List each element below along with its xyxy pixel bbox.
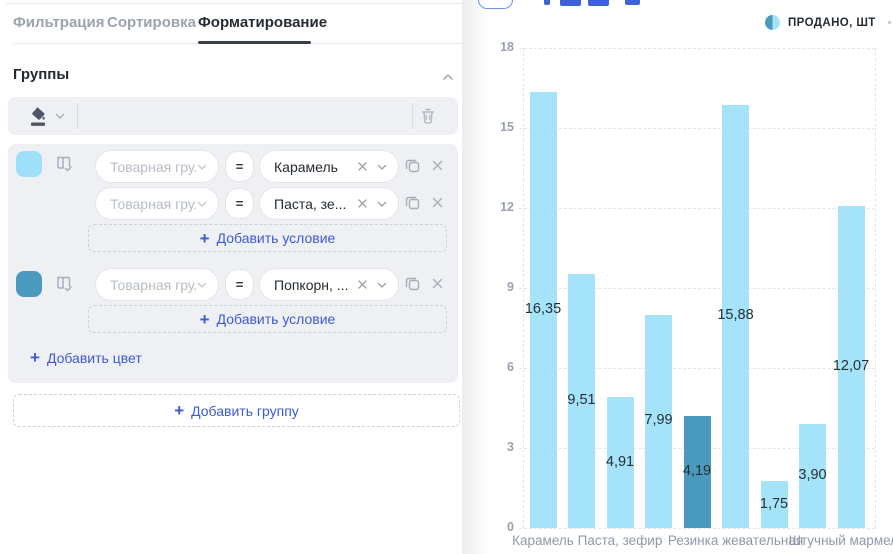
value-select[interactable]: Попкорн, ... xyxy=(259,268,399,301)
tab-formatting[interactable]: Форматирование xyxy=(198,14,327,31)
field-select[interactable]: Товарная гру... xyxy=(95,268,219,301)
x-axis-tick-label: Штучный мармелад xyxy=(741,533,893,548)
plus-icon: + xyxy=(174,402,184,419)
add-condition-button[interactable]: + Добавить условие xyxy=(88,305,447,333)
group-color-swatch[interactable] xyxy=(16,271,42,297)
chart-preview-panel: ПРОДАНО, ШТ 0369121518 16,359,514,917,99… xyxy=(462,0,893,554)
color-groups-container: Товарная гру... = Карамель Товарная гру.… xyxy=(8,144,458,383)
formatting-settings-panel: Фильтрация Сортировка Форматирование Гру… xyxy=(0,0,462,554)
toolbar-divider xyxy=(412,103,413,129)
chevron-down-icon xyxy=(376,198,388,210)
value-select[interactable]: Паста, зе... xyxy=(259,187,399,220)
chevron-down-icon xyxy=(196,161,208,173)
chart-x-axis: КарамельПаста, зефирРезинка жевательнаяШ… xyxy=(462,0,893,554)
value-select-value: Карамель xyxy=(274,159,357,175)
remove-condition-icon[interactable] xyxy=(431,159,444,172)
toolbar-divider xyxy=(77,103,78,129)
active-tab-underline xyxy=(198,41,311,44)
tab-filtration[interactable]: Фильтрация xyxy=(13,14,105,31)
remove-condition-icon[interactable] xyxy=(431,196,444,209)
copy-condition-icon[interactable] xyxy=(404,194,421,211)
fill-color-button[interactable] xyxy=(28,105,48,127)
apply-to-columns-icon[interactable] xyxy=(54,274,74,294)
chevron-down-icon xyxy=(196,279,208,291)
value-select-value: Попкорн, ... xyxy=(274,277,357,293)
remove-condition-icon[interactable] xyxy=(431,277,444,290)
chevron-up-icon[interactable] xyxy=(441,70,455,84)
plus-icon: + xyxy=(200,311,210,328)
chevron-down-icon xyxy=(376,161,388,173)
chevron-down-icon xyxy=(196,198,208,210)
field-select-value: Товарная гру... xyxy=(110,159,196,175)
add-color-button[interactable]: + Добавить цвет xyxy=(30,349,142,366)
app-root: Фильтрация Сортировка Форматирование Гру… xyxy=(0,0,893,554)
field-select-value: Товарная гру... xyxy=(110,277,196,293)
operator-button[interactable]: = xyxy=(225,188,254,219)
copy-condition-icon[interactable] xyxy=(404,157,421,174)
groups-toolbar xyxy=(8,97,458,135)
add-condition-label: Добавить условие xyxy=(217,311,336,327)
chevron-down-icon xyxy=(376,279,388,291)
operator-button[interactable]: = xyxy=(225,151,254,182)
add-condition-button[interactable]: + Добавить условие xyxy=(88,224,447,252)
clear-icon[interactable] xyxy=(357,279,368,290)
chevron-down-icon[interactable] xyxy=(54,110,66,122)
value-select[interactable]: Карамель xyxy=(259,150,399,183)
panel-top-divider xyxy=(6,3,462,4)
field-select-value: Товарная гру... xyxy=(110,196,196,212)
add-color-label: Добавить цвет xyxy=(47,350,142,366)
copy-condition-icon[interactable] xyxy=(404,275,421,292)
add-group-button[interactable]: + Добавить группу xyxy=(13,394,460,427)
field-select[interactable]: Товарная гру... xyxy=(95,150,219,183)
groups-section-title: Группы xyxy=(13,66,69,83)
field-select[interactable]: Товарная гру... xyxy=(95,187,219,220)
plus-icon: + xyxy=(200,230,210,247)
group-color-swatch[interactable] xyxy=(16,151,42,177)
add-condition-label: Добавить условие xyxy=(217,230,336,246)
trash-icon[interactable] xyxy=(419,106,437,126)
value-select-value: Паста, зе... xyxy=(274,196,357,212)
apply-to-columns-icon[interactable] xyxy=(54,154,74,174)
clear-icon[interactable] xyxy=(357,161,368,172)
clear-icon[interactable] xyxy=(357,198,368,209)
add-group-label: Добавить группу xyxy=(191,403,299,419)
operator-button[interactable]: = xyxy=(225,269,254,300)
plus-icon: + xyxy=(30,349,40,366)
tab-sorting[interactable]: Сортировка xyxy=(107,14,196,31)
